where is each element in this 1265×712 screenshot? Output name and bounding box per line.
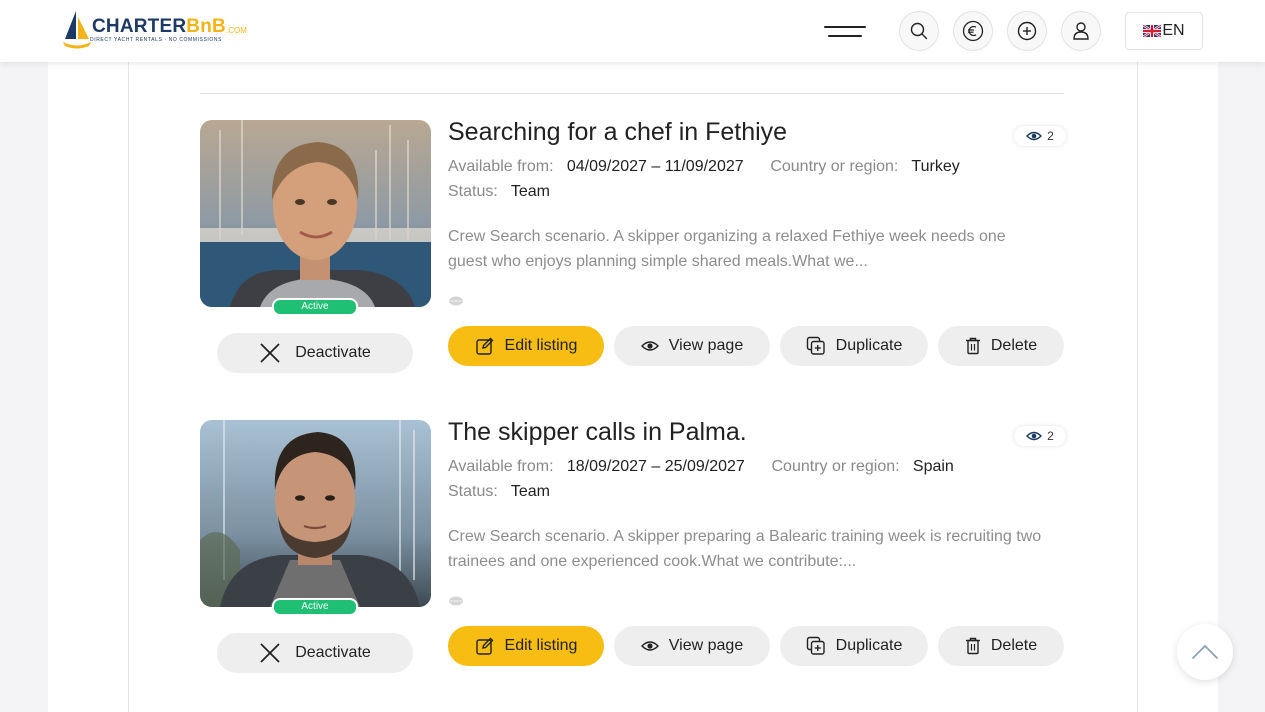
listing-title[interactable]: The skipper calls in Palma. bbox=[448, 418, 747, 447]
edit-listing-button[interactable]: Edit listing bbox=[448, 626, 604, 666]
edit-icon bbox=[475, 337, 494, 355]
language-label: EN bbox=[1162, 22, 1185, 39]
trash-icon bbox=[965, 637, 980, 655]
eye-icon bbox=[640, 341, 659, 351]
listing-status-row: Status: Team bbox=[448, 483, 550, 501]
boat-icon bbox=[448, 294, 464, 312]
country-value: Turkey bbox=[911, 158, 960, 175]
currency-button[interactable] bbox=[953, 11, 993, 51]
logo[interactable]: CHARTERBnB .COM DIRECT YACHT RENTALS · N… bbox=[62, 9, 262, 51]
deactivate-button[interactable]: Deactivate bbox=[217, 633, 413, 673]
eye-icon bbox=[1026, 131, 1043, 141]
eye-icon bbox=[1026, 431, 1043, 441]
view-page-label: View page bbox=[668, 337, 744, 354]
search-icon bbox=[910, 22, 928, 40]
listing-status-row: Status: Team bbox=[448, 183, 550, 201]
deactivate-button[interactable]: Deactivate bbox=[217, 333, 413, 373]
delete-label: Delete bbox=[990, 637, 1038, 654]
logo-tagline: DIRECT YACHT RENTALS · NO COMMISSIONS bbox=[90, 37, 223, 43]
duplicate-button[interactable]: Duplicate bbox=[780, 326, 928, 366]
country-value: Spain bbox=[912, 458, 954, 475]
duplicate-button[interactable]: Duplicate bbox=[780, 626, 928, 666]
status-badge: Active bbox=[272, 298, 358, 316]
view-count: 2 bbox=[1014, 426, 1066, 446]
listing-meta-row: Available from: 04/09/2027 – 11/09/2027 … bbox=[448, 158, 960, 176]
deactivate-label: Deactivate bbox=[295, 344, 371, 361]
boat-icon bbox=[448, 594, 464, 612]
listing-photo[interactable] bbox=[200, 420, 431, 607]
edit-icon bbox=[475, 637, 494, 655]
deactivate-label: Deactivate bbox=[295, 644, 371, 661]
view-count: 2 bbox=[1014, 126, 1066, 146]
delete-label: Delete bbox=[990, 337, 1038, 354]
status-value: Team bbox=[510, 183, 550, 200]
view-page-label: View page bbox=[668, 637, 744, 654]
listing-description: Crew Search scenario. A skipper preparin… bbox=[448, 528, 1042, 570]
listing-description: Crew Search scenario. A skipper organizi… bbox=[448, 228, 1006, 270]
close-icon bbox=[260, 643, 280, 663]
section-divider bbox=[200, 93, 1064, 94]
logo-wordmark: CHARTERBnB bbox=[92, 16, 226, 38]
logo-word-charter: CHARTER bbox=[92, 16, 187, 37]
view-page-button[interactable]: View page bbox=[614, 326, 770, 366]
duplicate-label: Duplicate bbox=[835, 637, 903, 654]
duplicate-icon bbox=[806, 636, 825, 655]
account-button[interactable] bbox=[1061, 11, 1101, 51]
country-label: Country or region: bbox=[770, 158, 899, 175]
status-badge: Active bbox=[272, 598, 358, 616]
scroll-to-top-button[interactable] bbox=[1177, 624, 1233, 680]
close-icon bbox=[260, 343, 280, 363]
edit-listing-label: Edit listing bbox=[504, 337, 578, 354]
user-icon bbox=[1073, 22, 1089, 40]
logo-word-bnb: BnB bbox=[186, 16, 226, 37]
euro-icon bbox=[962, 20, 984, 42]
available-dates: 04/09/2027 – 11/09/2027 bbox=[566, 158, 744, 175]
eye-icon bbox=[640, 641, 659, 651]
available-from-label: Available from: bbox=[448, 158, 554, 175]
duplicate-label: Duplicate bbox=[835, 337, 903, 354]
listing-meta-row: Available from: 18/09/2027 – 25/09/2027 … bbox=[448, 458, 954, 476]
sailboat-logo-icon bbox=[63, 11, 91, 49]
plus-circle-icon bbox=[1017, 21, 1037, 41]
top-header: CHARTERBnB .COM DIRECT YACHT RENTALS · N… bbox=[0, 0, 1265, 62]
delete-button[interactable]: Delete bbox=[938, 326, 1064, 366]
language-selector[interactable]: EN bbox=[1125, 12, 1203, 50]
man-portrait-image bbox=[200, 420, 431, 607]
available-from-label: Available from: bbox=[448, 458, 554, 475]
menu-icon[interactable] bbox=[824, 24, 866, 40]
uk-flag-icon bbox=[1143, 25, 1162, 37]
chevron-up-icon bbox=[1192, 645, 1218, 659]
add-listing-button[interactable] bbox=[1007, 11, 1047, 51]
duplicate-icon bbox=[806, 336, 825, 355]
delete-button[interactable]: Delete bbox=[938, 626, 1064, 666]
edit-listing-button[interactable]: Edit listing bbox=[448, 326, 604, 366]
search-button[interactable] bbox=[899, 11, 939, 51]
view-page-button[interactable]: View page bbox=[614, 626, 770, 666]
available-dates: 18/09/2027 – 25/09/2027 bbox=[566, 458, 745, 475]
listing-title[interactable]: Searching for a chef in Fethiye bbox=[448, 118, 787, 147]
woman-portrait-image bbox=[200, 120, 431, 307]
listing-card: Active Deactivate Searching for a chef i… bbox=[200, 118, 1066, 380]
view-count-value: 2 bbox=[1047, 129, 1054, 143]
view-count-value: 2 bbox=[1047, 429, 1054, 443]
status-label: Status: bbox=[448, 183, 498, 200]
country-label: Country or region: bbox=[771, 458, 900, 475]
status-label: Status: bbox=[448, 483, 498, 500]
listing-card: Active Deactivate The skipper calls in P… bbox=[200, 418, 1066, 680]
edit-listing-label: Edit listing bbox=[504, 637, 578, 654]
trash-icon bbox=[965, 337, 980, 355]
logo-suffix: .COM bbox=[226, 26, 247, 35]
status-value: Team bbox=[510, 483, 550, 500]
listing-photo[interactable] bbox=[200, 120, 431, 307]
